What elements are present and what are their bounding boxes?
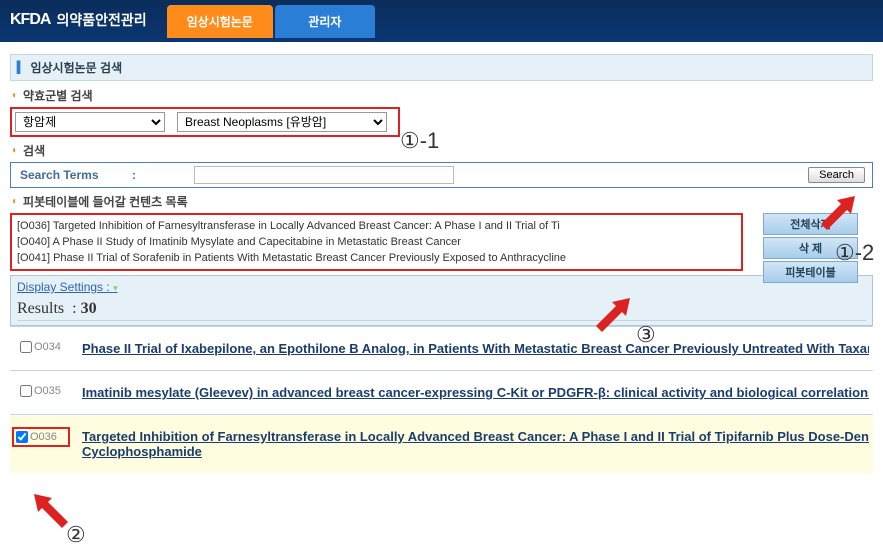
section-title-text: 임상시험논문 검색 xyxy=(30,59,122,76)
row-checkbox[interactable] xyxy=(20,341,32,353)
row-checkbox[interactable] xyxy=(20,385,32,397)
display-block: Display Settings : ▾ Results : 30 xyxy=(10,275,873,326)
subsection-pivot-list: ◐ 피봇테이블에 들어갈 컨텐츠 목록 xyxy=(12,193,873,210)
delete-all-button[interactable]: 전체삭제 xyxy=(763,213,858,235)
bullet-icon: ◐ xyxy=(12,90,18,101)
result-title-link[interactable]: Phase II Trial of Ixabepilone, an Epothi… xyxy=(82,341,869,356)
subsection-group-search: ◐ 약효군별 검색 xyxy=(12,87,873,104)
search-button[interactable]: Search xyxy=(808,167,865,183)
row-id: O036 xyxy=(30,431,57,443)
annotation-2: ② xyxy=(66,522,86,548)
result-title-link-cont[interactable]: Cyclophosphamide xyxy=(82,444,202,459)
section-title-search: ▍ 임상시험논문 검색 xyxy=(10,54,873,81)
row-selector[interactable]: O035 xyxy=(14,385,68,397)
subsection-label: 약효군별 검색 xyxy=(23,87,93,104)
list-item[interactable]: [O036] Targeted Inhibition of Farnesyltr… xyxy=(17,218,736,234)
selected-contents-listbox[interactable]: [O036] Targeted Inhibition of Farnesyltr… xyxy=(10,213,743,271)
logo: KFDA 의약품안전관리 xyxy=(10,10,147,38)
table-row: O034 Phase II Trial of Ixabepilone, an E… xyxy=(10,326,873,370)
table-row: O035 Imatinib mesylate (Gleevev) in adva… xyxy=(10,370,873,414)
section-icon: ▍ xyxy=(17,61,25,74)
row-id: O035 xyxy=(34,385,61,397)
search-input[interactable] xyxy=(194,166,454,184)
result-title-link[interactable]: Targeted Inhibition of Farnesyltransfera… xyxy=(82,429,869,444)
subsection-label: 검색 xyxy=(23,142,45,159)
logo-brand: KFDA xyxy=(10,11,50,29)
subsection-label: 피봇테이블에 들어갈 컨텐츠 목록 xyxy=(23,193,188,210)
logo-text: 의약품안전관리 xyxy=(56,10,146,30)
search-terms-label: Search Terms : xyxy=(14,168,184,182)
row-selector[interactable]: O036 xyxy=(14,429,68,445)
action-button-column: 전체삭제 삭 제 피봇테이블 xyxy=(763,213,858,283)
app-header: KFDA 의약품안전관리 임상시험논문 관리자 xyxy=(0,0,883,38)
bullet-icon: ◐ xyxy=(12,145,18,156)
chevron-down-icon: ▾ xyxy=(113,283,118,293)
dropdown-row: 항암제 Breast Neoplasms [유방암] xyxy=(10,107,400,137)
pivot-table-button[interactable]: 피봇테이블 xyxy=(763,261,858,283)
subsection-search: ◐ 검색 xyxy=(12,142,873,159)
display-settings-link[interactable]: Display Settings : ▾ xyxy=(17,280,866,294)
bullet-icon: ◐ xyxy=(12,196,18,207)
row-selector[interactable]: O034 xyxy=(14,341,68,353)
tab-bar: 임상시험논문 관리자 xyxy=(167,5,377,38)
table-row: O036 Targeted Inhibition of Farnesyltran… xyxy=(10,414,873,473)
row-checkbox[interactable] xyxy=(16,431,28,443)
delete-button[interactable]: 삭 제 xyxy=(763,237,858,259)
divider xyxy=(17,320,866,321)
tab-admin[interactable]: 관리자 xyxy=(275,5,375,38)
results-count: Results : 30 xyxy=(17,300,866,318)
row-id: O034 xyxy=(34,341,61,353)
list-item[interactable]: [O040] A Phase II Study of Imatinib Mysy… xyxy=(17,234,736,250)
category-select[interactable]: 항암제 xyxy=(15,112,165,132)
list-item[interactable]: [O041] Phase II Trial of Sorafenib in Pa… xyxy=(17,250,736,266)
arrow-2 xyxy=(34,488,74,531)
disease-select[interactable]: Breast Neoplasms [유방암] xyxy=(177,112,387,132)
tab-clinical-papers[interactable]: 임상시험논문 xyxy=(167,5,273,38)
search-row: Search Terms : Search xyxy=(10,162,873,188)
result-title-link[interactable]: Imatinib mesylate (Gleevev) in advanced … xyxy=(82,385,869,400)
